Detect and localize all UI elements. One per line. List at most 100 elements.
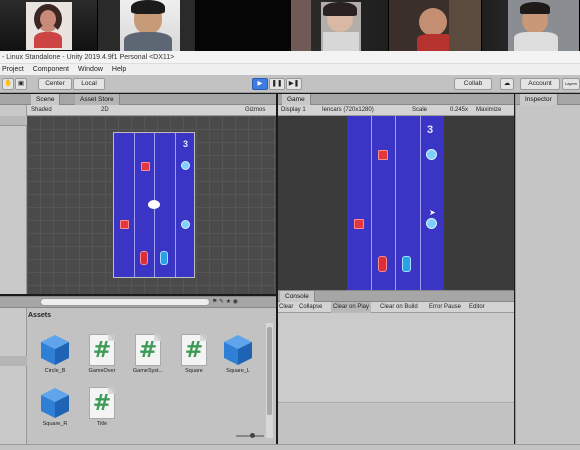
tab-scene[interactable]: Scene xyxy=(31,94,61,105)
video-tile-5[interactable] xyxy=(389,0,482,51)
square-obstacle xyxy=(120,220,129,229)
display-dropdown[interactable]: Display 1 xyxy=(281,105,306,116)
script-icon: # xyxy=(181,334,207,366)
hand-tool-button[interactable]: ✋ xyxy=(2,78,14,90)
game-view-field[interactable]: 3 ➤ xyxy=(347,116,444,290)
hierarchy-panel-strip xyxy=(0,94,27,294)
asset-item[interactable]: # GameSyst... xyxy=(128,334,168,374)
scene-score-text: 3 xyxy=(183,139,189,149)
status-bar xyxy=(0,444,580,450)
menu-item-help[interactable]: Help xyxy=(112,64,126,75)
video-call-strip xyxy=(0,0,580,51)
menu-item-component[interactable]: Component xyxy=(33,64,69,75)
video-tile-4[interactable] xyxy=(291,0,389,51)
menu-bar: Project Component Window Help xyxy=(0,64,580,75)
red-car xyxy=(140,251,148,265)
cloud-button[interactable]: ☁ xyxy=(500,78,514,90)
scene-panel: Scene Asset Store Shaded 2D Gizmos 3 xyxy=(27,94,276,294)
game-control-bar: Display 1 Iencars (720x1280) Scale 0.245… xyxy=(278,105,514,116)
square-obstacle xyxy=(378,150,388,160)
shading-mode-dropdown[interactable]: Shaded xyxy=(31,105,52,116)
video-tile-6[interactable] xyxy=(482,0,580,51)
main-toolbar: ✋ ▣ Center Local ▶ ❚❚ ▶❚ Collab ☁ Accoun… xyxy=(0,75,580,93)
scale-value[interactable]: 0.245x xyxy=(450,105,468,116)
prefab-cube-icon xyxy=(218,334,258,366)
prefab-cube-icon xyxy=(35,387,75,419)
circle-target xyxy=(181,161,190,170)
tab-game[interactable]: Game xyxy=(282,94,311,105)
pause-button[interactable]: ❚❚ xyxy=(269,78,285,90)
script-icon: # xyxy=(89,334,115,366)
console-clear-on-play-toggle[interactable]: Clear on Play xyxy=(331,302,372,313)
tab-asset-store[interactable]: Asset Store xyxy=(75,94,120,105)
console-error-pause-toggle[interactable]: Error Pause xyxy=(429,302,461,313)
game-score-text: 3 xyxy=(427,124,434,136)
tab-inspector[interactable]: Inspector xyxy=(520,94,558,105)
project-folder-tree[interactable] xyxy=(0,308,27,445)
window-title: - Linux Standalone - Unity 2019.4.9f1 Pe… xyxy=(2,54,175,61)
layers-dropdown[interactable]: Layers xyxy=(562,78,580,90)
asset-item[interactable]: # Title xyxy=(82,387,122,427)
cloud-icon: ☁ xyxy=(503,80,511,87)
red-car xyxy=(378,256,387,272)
rect-tool-button[interactable]: ▣ xyxy=(15,78,27,90)
console-editor-dropdown[interactable]: Editor xyxy=(469,302,485,313)
game-tabbar: Game xyxy=(278,94,514,105)
scene-game-field[interactable]: 3 xyxy=(113,132,195,278)
account-dropdown[interactable]: Account xyxy=(520,78,560,90)
collab-button[interactable]: Collab xyxy=(454,78,492,90)
video-tile-3[interactable] xyxy=(196,0,291,51)
inspector-tabbar: Inspector xyxy=(516,94,580,105)
assets-scrollbar[interactable] xyxy=(266,323,273,438)
console-collapse-toggle[interactable]: Collapse xyxy=(299,302,322,313)
console-detail-area[interactable] xyxy=(278,404,514,445)
tab-console[interactable]: Console xyxy=(280,291,315,302)
mouse-cursor-icon: ➤ xyxy=(429,208,436,217)
2d-toggle[interactable]: 2D xyxy=(101,105,109,116)
inspector-panel: Inspector xyxy=(515,94,580,450)
asset-item[interactable]: Circle_B xyxy=(35,334,75,374)
menu-item-project[interactable]: Project xyxy=(2,64,24,75)
assets-breadcrumb[interactable]: Assets xyxy=(28,312,51,319)
project-panel: ⚑ ✎ ★ ◉ Assets Circle_B # GameOver # Gam… xyxy=(0,296,276,445)
console-toolbar: Clear Collapse Clear on Play Clear on Bu… xyxy=(278,302,514,313)
video-tile-2[interactable] xyxy=(98,0,196,51)
icon-size-slider[interactable] xyxy=(236,433,264,438)
circle-target xyxy=(426,218,437,229)
blue-car xyxy=(402,256,411,272)
console-clear-button[interactable]: Clear xyxy=(279,302,293,313)
console-tabbar: Console xyxy=(278,291,514,302)
project-filter-icons[interactable]: ⚑ ✎ ★ ◉ xyxy=(212,298,272,307)
square-obstacle xyxy=(141,162,150,171)
pivot-center-button[interactable]: Center xyxy=(38,78,72,90)
menu-item-window[interactable]: Window xyxy=(78,64,103,75)
asset-item[interactable]: Square_R xyxy=(35,387,75,427)
resolution-dropdown[interactable]: Iencars (720x1280) xyxy=(322,105,374,116)
script-icon: # xyxy=(135,334,161,366)
console-clear-on-build-toggle[interactable]: Clear on Build xyxy=(380,302,418,313)
window-title-bar: - Linux Standalone - Unity 2019.4.9f1 Pe… xyxy=(0,51,580,64)
move-gizmo-icon[interactable] xyxy=(148,200,160,209)
transform-icon: ▣ xyxy=(17,80,25,87)
console-panel: Console Clear Collapse Clear on Play Cle… xyxy=(278,290,514,445)
console-log-list[interactable] xyxy=(278,313,514,403)
pivot-local-button[interactable]: Local xyxy=(73,78,105,90)
prefab-cube-icon xyxy=(35,334,75,366)
asset-item[interactable]: # Square xyxy=(174,334,214,374)
circle-target xyxy=(181,220,190,229)
layers-label: Layers xyxy=(564,81,577,86)
asset-item[interactable]: Square_L xyxy=(218,334,258,374)
account-label: Account xyxy=(528,80,552,87)
hand-icon: ✋ xyxy=(3,80,13,87)
asset-item[interactable]: # GameOver xyxy=(82,334,122,374)
pause-icon: ❚❚ xyxy=(271,80,283,87)
project-search-input[interactable] xyxy=(40,298,210,306)
circle-target xyxy=(426,149,437,160)
play-icon: ▶ xyxy=(257,80,263,87)
maximize-toggle[interactable]: Maximize xyxy=(476,105,501,116)
video-tile-1[interactable] xyxy=(0,0,98,51)
play-button[interactable]: ▶ xyxy=(252,78,268,90)
scene-tabbar: Scene Asset Store xyxy=(27,94,276,105)
gizmos-dropdown[interactable]: Gizmos xyxy=(245,105,265,116)
step-button[interactable]: ▶❚ xyxy=(286,78,302,90)
